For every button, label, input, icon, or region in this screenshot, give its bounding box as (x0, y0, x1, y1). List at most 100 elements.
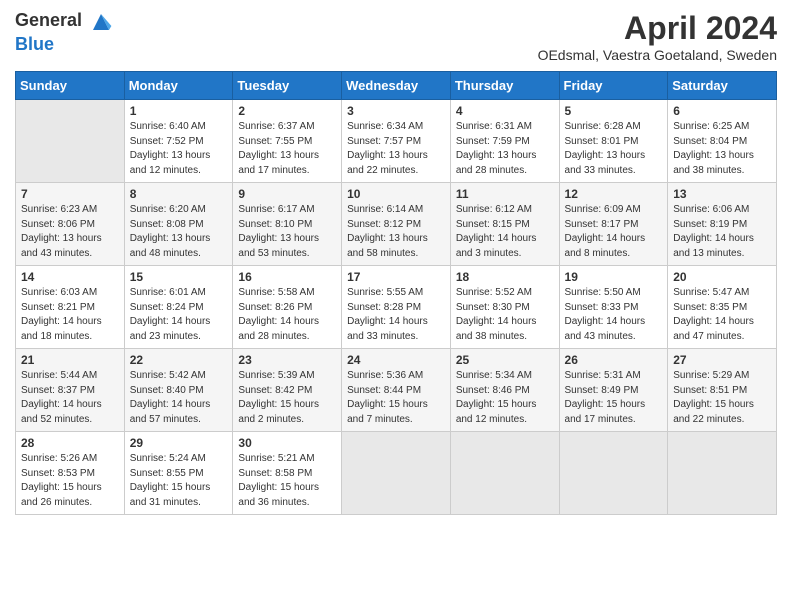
logo-icon (89, 10, 113, 34)
day-info: Sunrise: 5:34 AMSunset: 8:46 PMDaylight:… (456, 369, 554, 427)
day-info: Sunrise: 5:21 AMSunset: 8:58 PMDaylight:… (238, 452, 336, 510)
calendar-cell: 21 Sunrise: 5:44 AMSunset: 8:37 PMDayligh… (16, 349, 125, 432)
calendar-cell: 22 Sunrise: 5:42 AMSunset: 8:40 PMDayligh… (124, 349, 233, 432)
weekday-header-wednesday: Wednesday (342, 72, 451, 100)
weekday-header-row: SundayMondayTuesdayWednesdayThursdayFrid… (16, 72, 777, 100)
calendar-cell: 9Sunrise: 6:17 AMSunset: 8:10 PMDaylight… (233, 183, 342, 266)
day-info: Sunrise: 5:26 AMSunset: 8:53 PMDaylight:… (21, 452, 119, 510)
day-number: 26 (565, 353, 663, 367)
day-number: 4 (456, 104, 554, 118)
calendar-cell: 20Sunrise: 5:47 AMSunset: 8:35 PMDayligh… (668, 266, 777, 349)
calendar-cell: 1 Sunrise: 6:40 AMSunset: 7:52 PMDaylight… (124, 100, 233, 183)
day-number: 28 (21, 436, 119, 450)
day-number: 5 (565, 104, 663, 118)
calendar-cell: 23Sunrise: 5:39 AMSunset: 8:42 PMDayligh… (233, 349, 342, 432)
day-number: 25 (456, 353, 554, 367)
day-number: 23 (238, 353, 336, 367)
calendar-table: SundayMondayTuesdayWednesdayThursdayFrid… (15, 71, 777, 515)
day-info: Sunrise: 6:14 AMSunset: 8:12 PMDaylight:… (347, 203, 445, 261)
calendar-cell: 24 Sunrise: 5:36 AMSunset: 8:44 PMDayligh… (342, 349, 451, 432)
calendar-cell: 19 Sunrise: 5:50 AMSunset: 8:33 PMDayligh… (559, 266, 668, 349)
calendar-cell: 10 Sunrise: 6:14 AMSunset: 8:12 PMDayligh… (342, 183, 451, 266)
calendar-cell: 3Sunrise: 6:34 AMSunset: 7:57 PMDaylight… (342, 100, 451, 183)
day-number: 18 (456, 270, 554, 284)
calendar-cell (668, 432, 777, 515)
day-info: Sunrise: 5:44 AMSunset: 8:37 PMDaylight:… (21, 369, 119, 427)
title-area: April 2024 OEdsmal, Vaestra Goetaland, S… (538, 10, 777, 63)
day-number: 19 (565, 270, 663, 284)
calendar-cell: 30 Sunrise: 5:21 AMSunset: 8:58 PMDayligh… (233, 432, 342, 515)
calendar-cell: 18 Sunrise: 5:52 AMSunset: 8:30 PMDayligh… (450, 266, 559, 349)
day-number: 9 (238, 187, 336, 201)
day-info: Sunrise: 6:31 AMSunset: 7:59 PMDaylight:… (456, 120, 554, 178)
day-info: Sunrise: 5:36 AMSunset: 8:44 PMDaylight:… (347, 369, 445, 427)
calendar-row-1: 1 Sunrise: 6:40 AMSunset: 7:52 PMDaylight… (16, 100, 777, 183)
day-info: Sunrise: 5:29 AMSunset: 8:51 PMDaylight:… (673, 369, 771, 427)
day-info: Sunrise: 5:58 AMSunset: 8:26 PMDaylight:… (238, 286, 336, 344)
day-number: 7 (21, 187, 119, 201)
day-number: 20 (673, 270, 771, 284)
day-number: 30 (238, 436, 336, 450)
day-number: 21 (21, 353, 119, 367)
day-info: Sunrise: 6:12 AMSunset: 8:15 PMDaylight:… (456, 203, 554, 261)
calendar-cell: 14 Sunrise: 6:03 AMSunset: 8:21 PMDayligh… (16, 266, 125, 349)
day-info: Sunrise: 5:31 AMSunset: 8:49 PMDaylight:… (565, 369, 663, 427)
day-info: Sunrise: 6:40 AMSunset: 7:52 PMDaylight:… (130, 120, 228, 178)
day-number: 13 (673, 187, 771, 201)
day-info: Sunrise: 6:06 AMSunset: 8:19 PMDaylight:… (673, 203, 771, 261)
weekday-header-thursday: Thursday (450, 72, 559, 100)
calendar-cell: 13 Sunrise: 6:06 AMSunset: 8:19 PMDayligh… (668, 183, 777, 266)
day-info: Sunrise: 6:37 AMSunset: 7:55 PMDaylight:… (238, 120, 336, 178)
weekday-header-saturday: Saturday (668, 72, 777, 100)
day-number: 17 (347, 270, 445, 284)
day-number: 2 (238, 104, 336, 118)
day-info: Sunrise: 5:50 AMSunset: 8:33 PMDaylight:… (565, 286, 663, 344)
location-subtitle: OEdsmal, Vaestra Goetaland, Sweden (538, 47, 777, 63)
calendar-cell (450, 432, 559, 515)
day-info: Sunrise: 6:34 AMSunset: 7:57 PMDaylight:… (347, 120, 445, 178)
day-number: 27 (673, 353, 771, 367)
calendar-cell: 25 Sunrise: 5:34 AMSunset: 8:46 PMDayligh… (450, 349, 559, 432)
day-number: 12 (565, 187, 663, 201)
calendar-cell: 28 Sunrise: 5:26 AMSunset: 8:53 PMDayligh… (16, 432, 125, 515)
day-info: Sunrise: 6:03 AMSunset: 8:21 PMDaylight:… (21, 286, 119, 344)
logo: General Blue (15, 10, 113, 55)
day-info: Sunrise: 6:01 AMSunset: 8:24 PMDaylight:… (130, 286, 228, 344)
calendar-cell: 2 Sunrise: 6:37 AMSunset: 7:55 PMDaylight… (233, 100, 342, 183)
calendar-cell: 12 Sunrise: 6:09 AMSunset: 8:17 PMDayligh… (559, 183, 668, 266)
day-info: Sunrise: 5:52 AMSunset: 8:30 PMDaylight:… (456, 286, 554, 344)
day-info: Sunrise: 5:55 AMSunset: 8:28 PMDaylight:… (347, 286, 445, 344)
day-number: 14 (21, 270, 119, 284)
calendar-row-2: 7 Sunrise: 6:23 AMSunset: 8:06 PMDaylight… (16, 183, 777, 266)
day-info: Sunrise: 6:28 AMSunset: 8:01 PMDaylight:… (565, 120, 663, 178)
day-info: Sunrise: 5:42 AMSunset: 8:40 PMDaylight:… (130, 369, 228, 427)
calendar-cell: 7 Sunrise: 6:23 AMSunset: 8:06 PMDaylight… (16, 183, 125, 266)
day-number: 1 (130, 104, 228, 118)
calendar-cell (559, 432, 668, 515)
calendar-row-5: 28 Sunrise: 5:26 AMSunset: 8:53 PMDayligh… (16, 432, 777, 515)
calendar-cell: 4 Sunrise: 6:31 AMSunset: 7:59 PMDaylight… (450, 100, 559, 183)
weekday-header-sunday: Sunday (16, 72, 125, 100)
weekday-header-tuesday: Tuesday (233, 72, 342, 100)
day-info: Sunrise: 6:25 AMSunset: 8:04 PMDaylight:… (673, 120, 771, 178)
day-number: 11 (456, 187, 554, 201)
calendar-cell (342, 432, 451, 515)
calendar-row-3: 14 Sunrise: 6:03 AMSunset: 8:21 PMDayligh… (16, 266, 777, 349)
day-number: 15 (130, 270, 228, 284)
day-info: Sunrise: 6:20 AMSunset: 8:08 PMDaylight:… (130, 203, 228, 261)
calendar-cell: 6 Sunrise: 6:25 AMSunset: 8:04 PMDaylight… (668, 100, 777, 183)
day-number: 10 (347, 187, 445, 201)
day-info: Sunrise: 6:09 AMSunset: 8:17 PMDaylight:… (565, 203, 663, 261)
calendar-row-4: 21 Sunrise: 5:44 AMSunset: 8:37 PMDayligh… (16, 349, 777, 432)
day-number: 6 (673, 104, 771, 118)
calendar-cell (16, 100, 125, 183)
day-number: 8 (130, 187, 228, 201)
day-number: 24 (347, 353, 445, 367)
calendar-cell: 15 Sunrise: 6:01 AMSunset: 8:24 PMDayligh… (124, 266, 233, 349)
calendar-cell: 17 Sunrise: 5:55 AMSunset: 8:28 PMDayligh… (342, 266, 451, 349)
day-number: 16 (238, 270, 336, 284)
day-info: Sunrise: 6:23 AMSunset: 8:06 PMDaylight:… (21, 203, 119, 261)
page-header: General Blue April 2024 OEdsmal, Vaestra… (15, 10, 777, 63)
day-number: 22 (130, 353, 228, 367)
calendar-cell: 29Sunrise: 5:24 AMSunset: 8:55 PMDayligh… (124, 432, 233, 515)
